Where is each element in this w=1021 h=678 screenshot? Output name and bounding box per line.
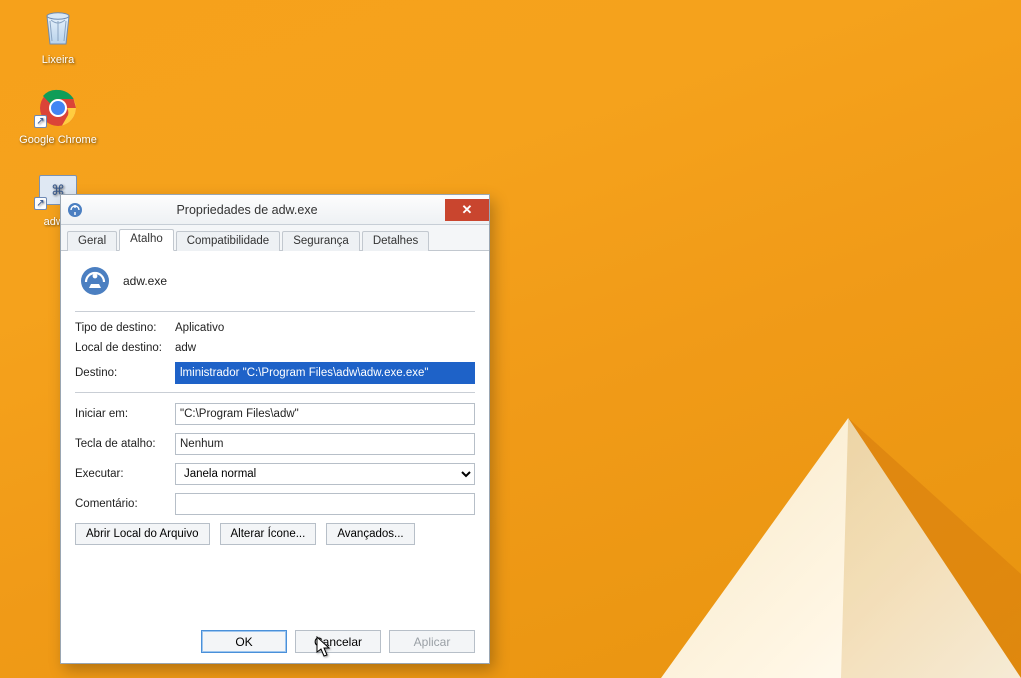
target-input[interactable] [175,362,475,384]
label-target-type: Tipo de destino: [75,322,175,334]
label-comment: Comentário: [75,498,175,510]
shortcut-overlay-icon: ↗ [34,115,47,128]
tab-compatibility[interactable]: Compatibilidade [176,231,280,251]
close-button[interactable]: ✕ [445,199,489,221]
shortcut-overlay-icon: ↗ [34,197,47,210]
open-file-location-button[interactable]: Abrir Local do Arquivo [75,523,210,545]
run-select[interactable]: Janela normal [175,463,475,485]
file-name: adw.exe [123,274,167,288]
value-target-type: Aplicativo [175,322,475,334]
window-icon [67,202,83,218]
titlebar[interactable]: Propriedades de adw.exe ✕ [61,195,489,225]
apply-button[interactable]: Aplicar [389,630,475,653]
separator [75,311,475,312]
tab-shortcut[interactable]: Atalho [119,229,174,251]
label-run: Executar: [75,468,175,480]
tab-details[interactable]: Detalhes [362,231,429,251]
properties-dialog: Propriedades de adw.exe ✕ Geral Atalho C… [60,194,490,664]
start-in-input[interactable] [175,403,475,425]
label-target-location: Local de destino: [75,342,175,354]
tabstrip: Geral Atalho Compatibilidade Segurança D… [61,225,489,251]
cancel-button[interactable]: Cancelar [295,630,381,653]
close-icon: ✕ [462,202,473,218]
desktop-icon-label: Lixeira [18,54,98,66]
ok-button[interactable]: OK [201,630,287,653]
tab-general[interactable]: Geral [67,231,117,251]
advanced-button[interactable]: Avançados... [326,523,414,545]
wallpaper-shape [841,418,1021,678]
desktop-icon-label: Google Chrome [18,134,98,146]
tab-body-shortcut: adw.exe Tipo de destino: Aplicativo Loca… [61,251,489,551]
label-start-in: Iniciar em: [75,408,175,420]
recycle-bin-icon [36,6,80,50]
separator [75,392,475,393]
dialog-button-row: OK Cancelar Aplicar [61,630,489,653]
change-icon-button[interactable]: Alterar Ícone... [220,523,317,545]
value-target-location: adw [175,342,475,354]
comment-input[interactable] [175,493,475,515]
label-target: Destino: [75,367,175,379]
desktop-icon-chrome[interactable]: ↗ Google Chrome [18,86,98,146]
window-title: Propriedades de adw.exe [89,203,445,217]
tab-security[interactable]: Segurança [282,231,360,251]
desktop-icon-recycle-bin[interactable]: Lixeira [18,6,98,66]
shortcut-key-input[interactable] [175,433,475,455]
label-shortcut-key: Tecla de atalho: [75,438,175,450]
file-icon [79,265,111,297]
desktop[interactable]: Lixeira ↗ Google Chrome ⌘ ↗ adw... [0,0,1021,678]
